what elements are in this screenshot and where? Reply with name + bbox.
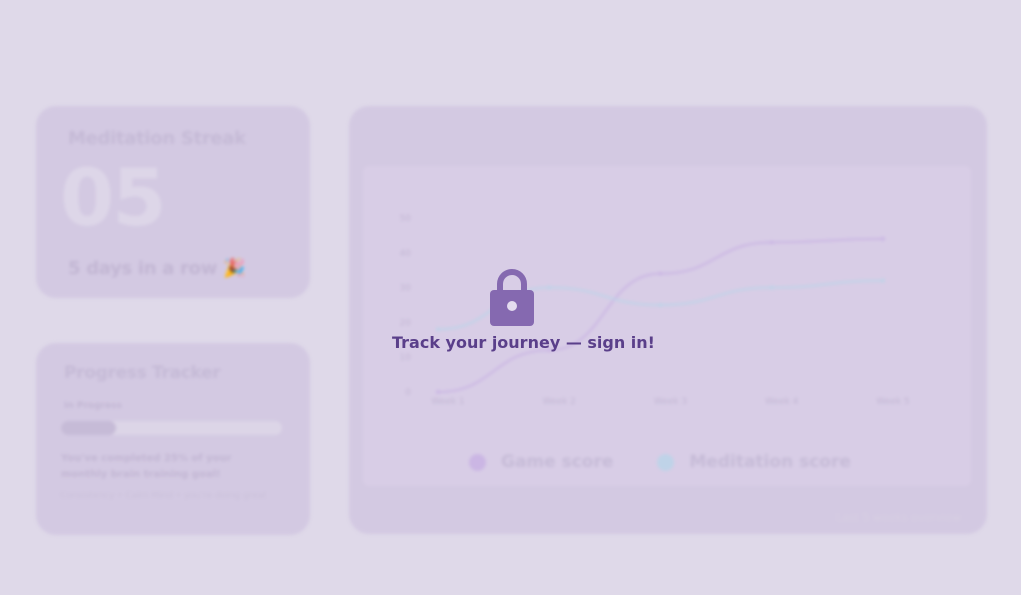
sign-in-prompt[interactable]: Track your journey — sign in! — [392, 333, 655, 352]
sign-in-lock-overlay: Track your journey — sign in! — [0, 0, 1021, 595]
lock-icon — [490, 269, 534, 326]
